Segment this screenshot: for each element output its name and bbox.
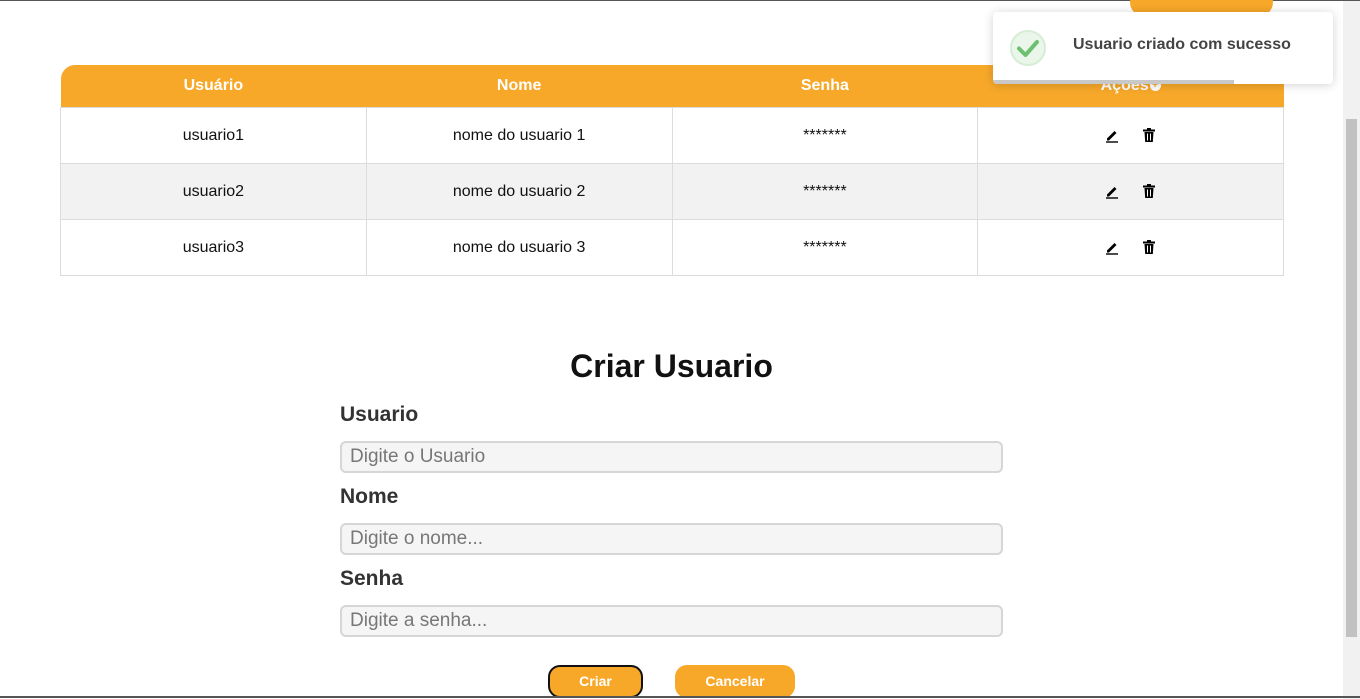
table-row: usuario2 nome do usuario 2 *******	[60, 163, 1284, 220]
success-toast[interactable]: Usuario criado com sucesso	[993, 12, 1333, 84]
senha-label: Senha	[340, 567, 404, 590]
toast-progress-bar	[993, 80, 1235, 84]
header-nome: Nome	[366, 65, 672, 108]
usuario-input[interactable]	[340, 441, 1003, 473]
cell-usuario: usuario3	[60, 219, 367, 276]
cell-actions	[977, 163, 1284, 220]
table-row: usuario3 nome do usuario 3 *******	[60, 219, 1284, 276]
form-title: Criar Usuario	[570, 348, 773, 384]
usuario-label: Usuario	[340, 403, 419, 426]
trash-icon[interactable]	[1141, 183, 1157, 199]
nome-input[interactable]	[340, 523, 1003, 555]
vertical-scrollbar[interactable]	[1343, 1, 1360, 699]
cell-actions	[977, 107, 1284, 164]
cell-nome: nome do usuario 1	[365, 107, 673, 164]
pencil-icon[interactable]	[1104, 127, 1120, 143]
trash-icon[interactable]	[1141, 127, 1157, 143]
cancelar-button[interactable]: Cancelar	[675, 665, 795, 698]
trash-icon[interactable]	[1141, 239, 1157, 255]
table-row: usuario1 nome do usuario 1 *******	[60, 107, 1284, 164]
scrollbar-thumb[interactable]	[1346, 119, 1357, 637]
cell-actions	[977, 219, 1284, 276]
users-table: Usuário Nome Senha Ações + usuario1 nome …	[60, 65, 1284, 276]
senha-input[interactable]	[340, 605, 1003, 637]
cell-nome: nome do usuario 3	[365, 219, 673, 276]
header-usuario: Usuário	[60, 65, 367, 108]
header-senha: Senha	[672, 65, 978, 108]
pencil-icon[interactable]	[1104, 239, 1120, 255]
users-table-container: Usuário Nome Senha Ações + usuario1 nome …	[60, 65, 1284, 276]
cell-usuario: usuario2	[60, 163, 367, 220]
check-circle-icon	[1010, 30, 1046, 66]
cell-nome: nome do usuario 2	[365, 163, 673, 220]
pencil-icon[interactable]	[1104, 183, 1120, 199]
cell-usuario: usuario1	[60, 107, 367, 164]
toast-message: Usuario criado com sucesso	[1073, 36, 1291, 53]
nome-label: Nome	[340, 485, 399, 508]
cell-senha: *******	[671, 219, 979, 276]
cell-senha: *******	[671, 107, 979, 164]
criar-button[interactable]: Criar	[548, 665, 643, 698]
cell-senha: *******	[671, 163, 979, 220]
